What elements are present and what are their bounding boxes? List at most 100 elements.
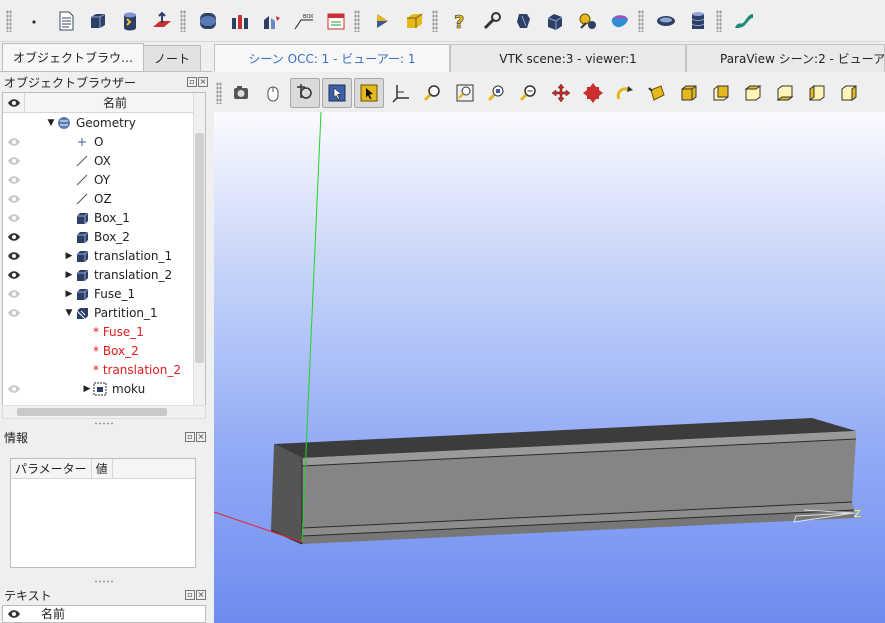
collapse-arrow-icon[interactable]: ▼ (45, 118, 57, 128)
disk-icon[interactable] (652, 7, 680, 35)
run-icon[interactable] (368, 7, 396, 35)
right-view-icon[interactable] (834, 78, 864, 108)
solid-icon[interactable] (400, 7, 428, 35)
visibility-eye-icon[interactable] (3, 232, 25, 242)
global-pan-icon[interactable] (578, 78, 608, 108)
rotate-icon[interactable] (610, 78, 640, 108)
scene-canvas[interactable]: Z (214, 112, 885, 623)
scrollbar-thumb[interactable] (17, 408, 167, 416)
visibility-eye-icon[interactable] (3, 384, 25, 394)
object-tree[interactable]: 名前 ▼ Geometry O OX OY OZ Box_1 Box_2 ▶ translatio… (2, 92, 206, 419)
pan-icon[interactable] (546, 78, 576, 108)
tree-row[interactable]: ▶ translation_1 (3, 246, 205, 265)
cylinder-icon[interactable] (116, 7, 144, 35)
tab-object-browser[interactable]: オブジェクトブラウ… (2, 43, 145, 71)
back-view-icon[interactable] (706, 78, 736, 108)
visibility-eye-icon[interactable] (3, 194, 25, 204)
visibility-eye-icon[interactable] (3, 175, 25, 185)
expand-arrow-icon[interactable]: ▶ (81, 384, 93, 394)
select-rect-icon[interactable] (354, 78, 384, 108)
info-column-value[interactable]: 値 (92, 459, 113, 478)
fit-area-icon[interactable] (450, 78, 480, 108)
box-label-icon[interactable]: BOX (290, 7, 318, 35)
tree-row[interactable]: * translation_2 (3, 360, 205, 379)
cube-gear-icon[interactable] (542, 7, 570, 35)
zoom-icon[interactable] (418, 78, 448, 108)
expand-arrow-icon[interactable]: ▶ (63, 270, 75, 280)
splitter-handle[interactable] (94, 580, 114, 583)
select-icon[interactable] (322, 78, 352, 108)
tree-row[interactable]: ▼ Partition_1 (3, 303, 205, 322)
visibility-eye-icon[interactable] (3, 156, 25, 166)
sphere-icon[interactable] (194, 7, 222, 35)
tree-row[interactable]: * Fuse_1 (3, 322, 205, 341)
box-icon[interactable] (84, 7, 112, 35)
left-view-icon[interactable] (802, 78, 832, 108)
dot-icon[interactable] (20, 7, 48, 35)
visibility-eye-icon[interactable] (3, 270, 25, 280)
tree-row[interactable]: OY (3, 170, 205, 189)
float-icon[interactable]: ▫ (185, 432, 195, 442)
front-view-icon[interactable] (674, 78, 704, 108)
bottom-view-icon[interactable] (770, 78, 800, 108)
close-icon[interactable]: × (196, 432, 206, 442)
tree-row[interactable]: * Box_2 (3, 341, 205, 360)
scrollbar-thumb[interactable] (195, 133, 204, 363)
tree-header-name[interactable]: 名前 (25, 93, 205, 112)
splitter-handle[interactable] (94, 422, 114, 425)
database-icon[interactable] (684, 7, 712, 35)
tab-notes[interactable]: ノート (143, 45, 202, 71)
eye-icon[interactable] (3, 606, 25, 622)
tree-horizontal-scrollbar[interactable] (2, 405, 206, 419)
tree-row[interactable]: Box_2 (3, 227, 205, 246)
shape-icon[interactable] (510, 7, 538, 35)
tree-row[interactable]: OZ (3, 189, 205, 208)
tree-row[interactable]: O (3, 132, 205, 151)
plane-icon[interactable] (148, 7, 176, 35)
gears-icon[interactable] (574, 7, 602, 35)
axes-icon[interactable] (386, 78, 416, 108)
text-header-name[interactable]: 名前 (25, 606, 65, 622)
expand-arrow-icon[interactable]: ▶ (63, 289, 75, 299)
tree-row[interactable]: Box_1 (3, 208, 205, 227)
tree-vertical-scrollbar[interactable] (193, 93, 205, 418)
blob-icon[interactable] (606, 7, 634, 35)
fit-selection-icon[interactable] (482, 78, 512, 108)
bars-icon[interactable] (226, 7, 254, 35)
occ-3d-viewer[interactable]: Z (214, 112, 885, 623)
visibility-eye-icon[interactable] (3, 251, 25, 261)
visibility-eye-icon[interactable] (3, 289, 25, 299)
beam-solid[interactable] (270, 418, 857, 545)
dump-view-icon[interactable] (226, 78, 256, 108)
top-view-icon[interactable] (738, 78, 768, 108)
close-icon[interactable]: × (196, 590, 206, 600)
info-column-parameter[interactable]: パラメーター (11, 459, 92, 478)
visibility-eye-icon[interactable] (3, 308, 25, 318)
tab-paraview-scene[interactable]: ParaView シーン:2 - ビューア:1 (686, 44, 885, 72)
rotation-point-icon[interactable] (290, 78, 320, 108)
mouse-icon[interactable] (258, 78, 288, 108)
float-icon[interactable]: ▫ (185, 590, 195, 600)
collapse-arrow-icon[interactable]: ▼ (63, 308, 75, 318)
toolbar-grip[interactable] (6, 9, 12, 32)
chart-icon[interactable] (258, 7, 286, 35)
tree-row[interactable]: ▼ Geometry (3, 113, 205, 132)
reset-view-icon[interactable] (642, 78, 672, 108)
tree-row[interactable]: ▶ moku (3, 379, 205, 398)
tree-row[interactable]: ▶ translation_2 (3, 265, 205, 284)
float-icon[interactable]: ▫ (187, 77, 197, 87)
help-icon[interactable]: ? (446, 7, 474, 35)
wave-icon[interactable] (730, 7, 758, 35)
new-document-icon[interactable] (52, 7, 80, 35)
visibility-eye-icon[interactable] (3, 137, 25, 147)
visibility-column-icon[interactable] (3, 93, 25, 112)
close-icon[interactable]: × (198, 77, 208, 87)
tab-occ-scene[interactable]: シーン OCC: 1 - ビューアー: 1 (214, 44, 450, 72)
tab-vtk-scene[interactable]: VTK scene:3 - viewer:1 (450, 44, 686, 72)
visibility-eye-icon[interactable] (3, 213, 25, 223)
zoom-out-icon[interactable] (514, 78, 544, 108)
tool-icon[interactable] (478, 7, 506, 35)
calendar-icon[interactable] (322, 7, 350, 35)
expand-arrow-icon[interactable]: ▶ (63, 251, 75, 261)
tree-row[interactable]: ▶ Fuse_1 (3, 284, 205, 303)
